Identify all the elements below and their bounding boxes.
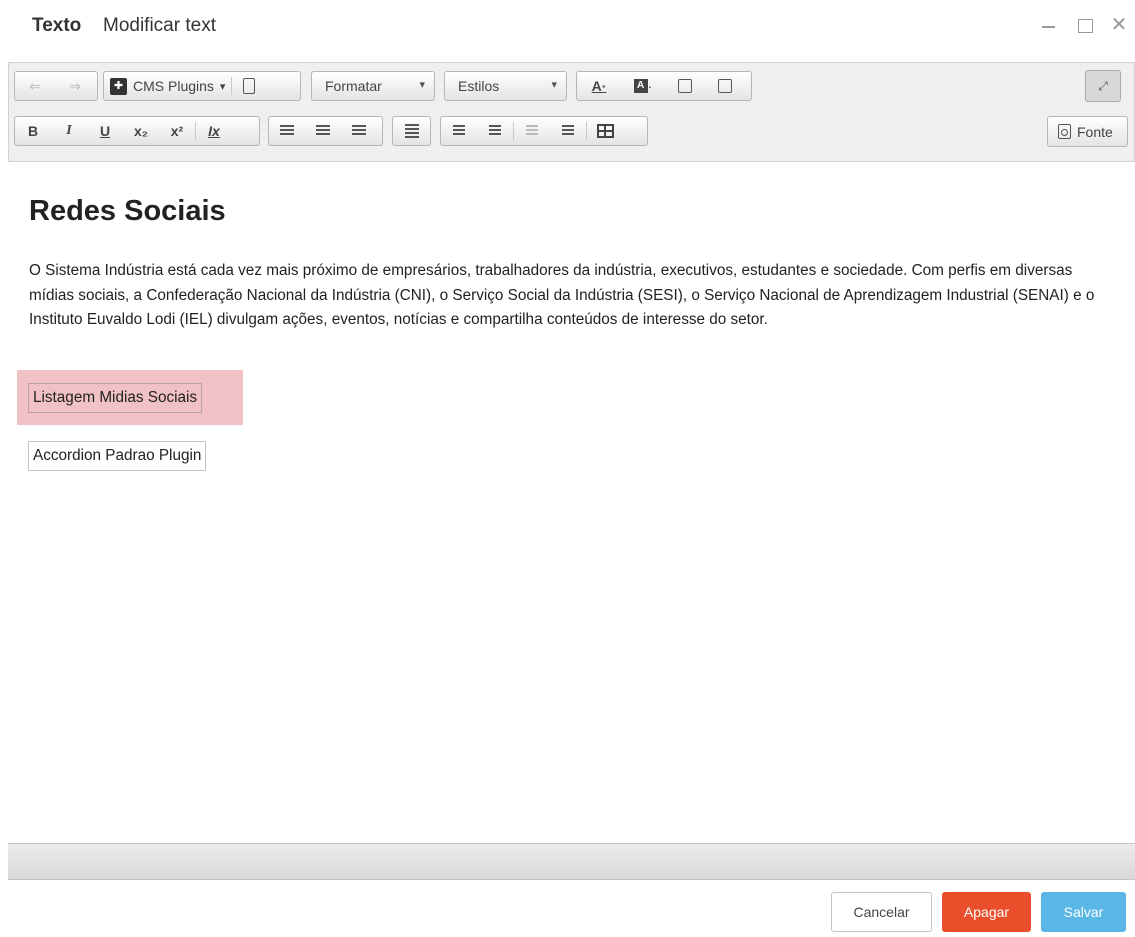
table-icon[interactable] (587, 117, 623, 145)
justify-group (392, 116, 431, 146)
bulleted-list-icon[interactable] (477, 117, 513, 145)
align-left-icon[interactable] (269, 117, 305, 145)
outdent-icon[interactable] (514, 117, 550, 145)
paste-word-icon[interactable] (705, 72, 745, 100)
close-icon[interactable]: ✕ (1108, 14, 1130, 36)
background-color-icon[interactable]: A · (621, 72, 665, 100)
editor-toolbar: ⇐ ⇒ ✚ CMS Plugins ▾ Formatar ▾ Estilos ▾… (8, 62, 1135, 162)
align-justify-icon[interactable] (393, 117, 430, 145)
bold-button[interactable]: B (15, 117, 51, 145)
puzzle-icon: ✚ (110, 77, 127, 95)
align-right-icon[interactable] (341, 117, 377, 145)
underline-button[interactable]: U (87, 117, 123, 145)
editor-content[interactable]: Redes Sociais O Sistema Indústria está c… (8, 163, 1135, 843)
styles-dropdown[interactable]: Estilos ▾ (444, 71, 567, 101)
list-group (440, 116, 648, 146)
numbered-list-icon[interactable] (441, 117, 477, 145)
maximize-editor-icon[interactable]: ⤢ (1085, 70, 1121, 102)
plugin-listagem-midias-sociais[interactable]: Listagem Midias Sociais (28, 383, 203, 413)
align-center-icon[interactable] (305, 117, 341, 145)
indent-icon[interactable] (550, 117, 586, 145)
remove-format-button[interactable]: Ix (196, 117, 232, 145)
text-color-icon[interactable]: A· (577, 72, 621, 100)
chevron-down-icon: ▾ (551, 79, 557, 91)
maximize-icon[interactable] (1074, 14, 1096, 36)
insert-placeholder-icon[interactable] (232, 72, 266, 100)
source-icon (1058, 124, 1071, 139)
dialog-subtitle: Modificar text (103, 15, 216, 36)
plugin-accordion-padrao[interactable]: Accordion Padrao Plugin (28, 441, 207, 471)
dialog-titlebar: Texto Modificar text ✕ (0, 0, 1135, 56)
format-label: Formatar (325, 78, 382, 94)
cms-plugins-label: CMS Plugins (133, 78, 214, 94)
chevron-down-icon: ▾ (219, 80, 226, 93)
basic-style-group: B I U x₂ x² Ix (14, 116, 260, 146)
styles-label: Estilos (458, 78, 500, 94)
content-heading: Redes Sociais (29, 195, 226, 227)
editor-statusbar (8, 843, 1135, 880)
cancel-button[interactable]: Cancelar (831, 892, 932, 932)
color-paste-group: A· A · (576, 71, 752, 101)
undo-redo-group: ⇐ ⇒ (14, 71, 98, 101)
minimize-icon[interactable] (1038, 14, 1060, 36)
source-label: Fonte (1077, 123, 1113, 140)
subscript-button[interactable]: x₂ (123, 117, 159, 145)
save-button[interactable]: Salvar (1041, 892, 1126, 932)
italic-button[interactable]: I (51, 117, 87, 145)
format-dropdown[interactable]: Formatar ▾ (311, 71, 435, 101)
paste-text-icon[interactable] (665, 72, 705, 100)
source-button[interactable]: Fonte (1047, 116, 1128, 147)
chevron-down-icon: ▾ (419, 79, 425, 91)
align-group (268, 116, 383, 146)
content-paragraph: O Sistema Indústria está cada vez mais p… (29, 262, 1095, 328)
cms-plugins-group: ✚ CMS Plugins ▾ (103, 71, 301, 101)
cms-plugins-dropdown[interactable]: ✚ CMS Plugins ▾ (104, 72, 231, 100)
superscript-button[interactable]: x² (159, 117, 195, 145)
undo-icon[interactable]: ⇐ (15, 72, 55, 100)
delete-button[interactable]: Apagar (942, 892, 1031, 932)
redo-icon[interactable]: ⇒ (55, 72, 95, 100)
dialog-title: Texto (32, 15, 82, 36)
